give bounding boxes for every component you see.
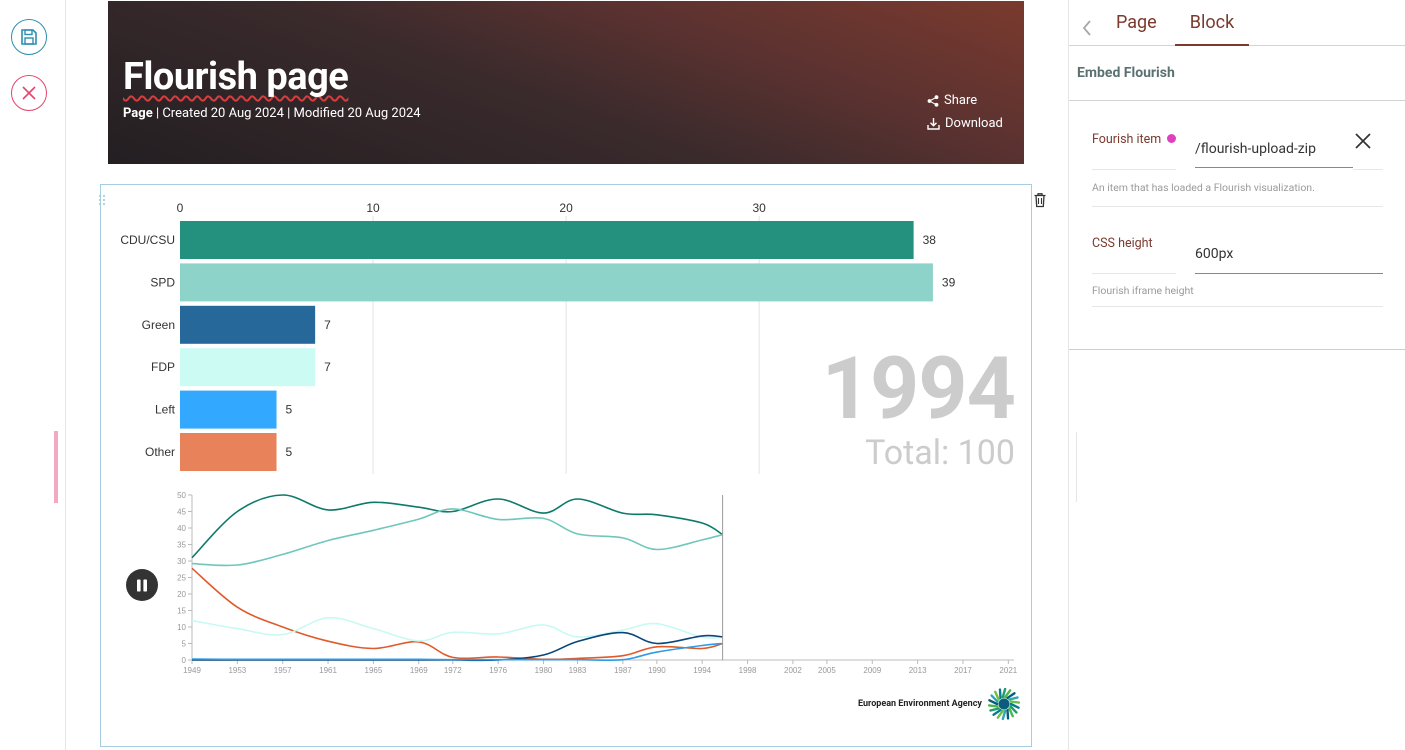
line-x-tick-label: 2013 (909, 666, 927, 675)
bar-category-label: SPD (150, 275, 175, 289)
line-x-tick-label: 1957 (274, 666, 292, 675)
line-x-tick-label: 1998 (739, 666, 757, 675)
line-y-tick-label: 10 (177, 623, 186, 632)
bar (180, 348, 316, 387)
year-counter: 1994 (821, 338, 1016, 439)
bar (180, 390, 277, 429)
bar-value-label: 5 (286, 445, 293, 459)
css-height-input[interactable] (1195, 234, 1383, 274)
line-x-tick-label: 1990 (648, 666, 666, 675)
bar-value-label: 5 (286, 403, 293, 417)
row-divider (1092, 273, 1176, 274)
pause-button[interactable] (126, 569, 158, 601)
line-y-tick-label: 0 (182, 656, 187, 665)
line-x-tick-label: 1983 (569, 666, 587, 675)
required-indicator (1167, 134, 1177, 144)
bar (180, 221, 914, 259)
line-x-tick-label: 2009 (863, 666, 881, 675)
line-y-tick-label: 5 (182, 640, 187, 649)
logo-ray (989, 707, 1000, 712)
line-x-tick-label: 1949 (183, 666, 201, 675)
eea-logo: European Environment Agency (858, 688, 1020, 720)
line-x-tick-label: 1972 (444, 666, 462, 675)
line-series (191, 616, 723, 642)
tab-block[interactable]: Block (1175, 12, 1249, 46)
css-height-label: CSS height (1092, 236, 1153, 251)
bar-value-label: 7 (324, 360, 331, 374)
bar-x-tick-label: 30 (752, 201, 766, 215)
bar (180, 305, 316, 344)
css-height-help: Flourish iframe height (1092, 284, 1194, 297)
row-divider (1092, 206, 1383, 207)
flourish-item-help: An item that has loaded a Flourish visua… (1092, 181, 1315, 194)
line-y-tick-label: 30 (177, 557, 186, 566)
logo-ray (1008, 696, 1019, 701)
pause-icon (137, 579, 147, 591)
chevron-left-icon[interactable] (1081, 18, 1093, 38)
bar-value-label: 39 (942, 275, 956, 289)
row-divider (1092, 306, 1383, 307)
bar-x-tick-label: 10 (366, 201, 380, 215)
total-counter: Total: 100 (865, 433, 1015, 473)
line-y-tick-label: 45 (177, 508, 186, 517)
line-x-tick-label: 2002 (784, 666, 802, 675)
logo-ray (1009, 700, 1020, 704)
row-divider (1092, 169, 1176, 170)
line-x-tick-label: 1994 (693, 666, 711, 675)
line-x-tick-label: 1953 (228, 666, 246, 675)
bar-category-label: Green (142, 318, 175, 332)
line-x-tick-label: 1969 (410, 666, 428, 675)
logo-center (998, 698, 1010, 710)
section-divider (1069, 100, 1405, 101)
bar-value-label: 7 (324, 318, 331, 332)
line-y-tick-label: 40 (177, 524, 186, 533)
clear-icon[interactable] (1354, 132, 1372, 150)
logo-ray (998, 688, 1002, 700)
line-x-tick-label: 1980 (535, 666, 553, 675)
eea-logo-label: European Environment Agency (858, 699, 982, 709)
line-series (191, 567, 723, 661)
bar (180, 433, 277, 471)
line-x-tick-label: 2021 (999, 666, 1017, 675)
resize-divider[interactable] (1076, 432, 1077, 502)
flourish-item-input[interactable] (1195, 130, 1353, 168)
row-divider (1353, 169, 1383, 170)
panel-tabs: Page Block (1069, 0, 1405, 46)
bar-category-label: Other (145, 445, 175, 459)
sidebar-panel: Page Block Embed Flourish Fourish item A… (1068, 0, 1405, 750)
section-title: Embed Flourish (1077, 65, 1175, 81)
line-x-tick-label: 2005 (818, 666, 836, 675)
line-y-tick-label: 25 (177, 574, 186, 583)
panel-divider (1069, 349, 1405, 350)
line-series (191, 494, 724, 559)
line-y-tick-label: 35 (177, 541, 186, 550)
line-x-tick-label: 1965 (365, 666, 383, 675)
line-y-tick-label: 50 (177, 491, 186, 500)
bar-category-label: CDU/CSU (120, 233, 175, 247)
line-y-tick-label: 15 (177, 607, 186, 616)
line-series (191, 508, 723, 567)
line-x-tick-label: 1961 (319, 666, 337, 675)
bar-category-label: Left (155, 403, 176, 417)
bar-x-tick-label: 0 (177, 201, 184, 215)
bar-value-label: 38 (923, 233, 937, 247)
line-x-tick-label: 1976 (489, 666, 507, 675)
line-x-tick-label: 1987 (614, 666, 632, 675)
logo-ray (1006, 708, 1010, 720)
logo-ray (987, 704, 999, 708)
tab-page[interactable]: Page (1116, 12, 1157, 46)
bar-x-tick-label: 20 (559, 201, 573, 215)
bar (180, 263, 933, 302)
eea-logo-icon (987, 688, 1020, 720)
line-y-tick-label: 20 (177, 590, 186, 599)
flourish-item-label: Fourish item (1092, 132, 1177, 147)
line-x-tick-label: 2017 (954, 666, 972, 675)
bar-category-label: FDP (151, 360, 175, 374)
